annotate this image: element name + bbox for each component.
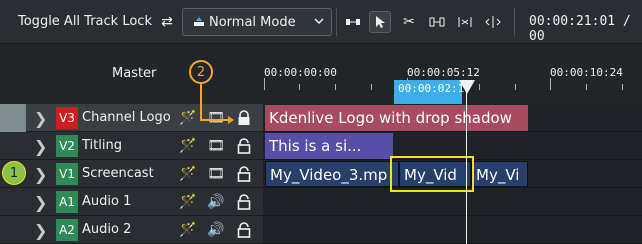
effects-wand-icon[interactable]: 🪄	[178, 164, 198, 184]
lock-open-icon[interactable]	[234, 136, 254, 156]
ruler-tick	[371, 84, 372, 90]
chevron-right-icon[interactable]: ❯	[34, 137, 47, 156]
track-lane-v3[interactable]: Kdenlive Logo with drop shadow	[263, 104, 642, 132]
ruler-tick	[335, 84, 336, 90]
timeline-toolbar: Toggle All Track Lock ⇄ Normal Mode ✂ 00…	[0, 0, 642, 44]
clip-video-1[interactable]: My_Video_3.mp	[265, 161, 399, 187]
track-tag: V3	[56, 107, 78, 129]
ruler-tick	[479, 84, 480, 90]
chevron-right-icon[interactable]: ❯	[34, 193, 47, 212]
ruler-tick	[622, 84, 623, 90]
callout-arrowhead	[228, 116, 234, 124]
spacer-tool-icon[interactable]	[342, 11, 364, 33]
zone-timecode: 00:00:02:1	[398, 82, 465, 95]
clip-titling[interactable]: This is a si...	[265, 133, 393, 159]
ruler-label: 00:00:10:24	[550, 66, 623, 79]
track-tag: V1	[56, 163, 78, 185]
track-name[interactable]: Audio 2	[82, 222, 131, 237]
effects-wand-icon[interactable]: 🪄	[178, 220, 198, 240]
ruler-label: 00:00:05:12	[407, 66, 480, 79]
callout-line	[200, 119, 230, 121]
slip-tool-icon[interactable]	[482, 11, 504, 33]
callout-number: 2	[189, 60, 213, 84]
film-icon[interactable]: 🎞	[206, 136, 226, 156]
ruler-tick	[515, 84, 516, 90]
track-tag: A2	[56, 219, 78, 241]
toolbar-separator	[514, 8, 515, 36]
ruler-tick	[586, 84, 587, 90]
film-icon[interactable]: 🎞	[206, 108, 226, 128]
edit-mode-value: Normal Mode	[209, 15, 296, 30]
master-label[interactable]: Master	[112, 66, 156, 81]
track-name[interactable]: Channel Logo	[82, 110, 171, 125]
step-badge: 1	[2, 161, 26, 185]
track-name[interactable]: Audio 1	[82, 194, 131, 209]
switch-icon[interactable]: ⇄	[156, 11, 178, 33]
chevron-down-icon	[313, 15, 325, 31]
lock-closed-icon[interactable]	[234, 108, 254, 128]
edit-mode-select[interactable]: Normal Mode	[182, 8, 332, 36]
track-handle[interactable]	[0, 132, 26, 160]
track-header-v3[interactable]: ❯ V3 Channel Logo 🪄 🎞	[0, 104, 263, 132]
ruler-tick	[299, 84, 300, 90]
track-handle[interactable]	[0, 216, 26, 244]
track-header-v1[interactable]: ❯ V1 Screencast 🪄 🎞	[0, 160, 263, 188]
toolbar-separator	[336, 8, 337, 36]
track-header-a1[interactable]: ❯ A1 Audio 1 🪄 🔊	[0, 188, 263, 216]
ripple-tool-icon[interactable]	[426, 11, 448, 33]
ruler-label: 00:00:00:00	[264, 66, 337, 79]
track-lane-a1[interactable]	[263, 188, 642, 216]
chevron-right-icon[interactable]: ❯	[34, 221, 47, 240]
timecode-display[interactable]: 00:00:21:01 / 00	[529, 14, 642, 44]
clip-video-3[interactable]: My_Vi	[471, 161, 528, 187]
clip-selection-highlight	[390, 156, 474, 192]
roll-tool-icon[interactable]	[454, 11, 476, 33]
track-lane-a2[interactable]	[263, 216, 642, 244]
lock-open-icon[interactable]	[234, 164, 254, 184]
film-icon[interactable]: 🎞	[206, 164, 226, 184]
callout-line	[200, 84, 202, 120]
lock-open-icon[interactable]	[234, 220, 254, 240]
chevron-right-icon[interactable]: ❯	[34, 109, 47, 128]
speaker-icon[interactable]: 🔊	[206, 220, 226, 240]
track-name[interactable]: Titling	[82, 138, 122, 153]
select-tool-icon[interactable]	[369, 11, 391, 33]
playhead[interactable]	[466, 80, 467, 244]
track-tag: V2	[56, 135, 78, 157]
track-handle[interactable]	[0, 104, 26, 132]
effects-wand-icon[interactable]: 🪄	[178, 108, 198, 128]
speaker-icon[interactable]: 🔊	[206, 192, 226, 212]
effects-wand-icon[interactable]: 🪄	[178, 192, 198, 212]
razor-tool-icon[interactable]: ✂	[398, 11, 420, 33]
ruler-tick	[550, 78, 551, 90]
ruler-tick	[264, 78, 265, 90]
chevron-right-icon[interactable]: ❯	[34, 165, 47, 184]
clip-channel-logo[interactable]: Kdenlive Logo with drop shadow	[265, 105, 528, 131]
lock-open-icon[interactable]	[234, 192, 254, 212]
track-header-a2[interactable]: ❯ A2 Audio 2 🪄 🔊	[0, 216, 263, 244]
track-handle[interactable]	[0, 188, 26, 216]
playhead-marker[interactable]	[459, 80, 475, 94]
normal-mode-icon	[193, 16, 205, 32]
toggle-all-track-lock-button[interactable]: Toggle All Track Lock	[18, 14, 152, 29]
effects-wand-icon[interactable]: 🪄	[178, 136, 198, 156]
track-name[interactable]: Screencast	[82, 166, 154, 181]
track-header-v2[interactable]: ❯ V2 Titling 🪄 🎞	[0, 132, 263, 160]
track-tag: A1	[56, 191, 78, 213]
